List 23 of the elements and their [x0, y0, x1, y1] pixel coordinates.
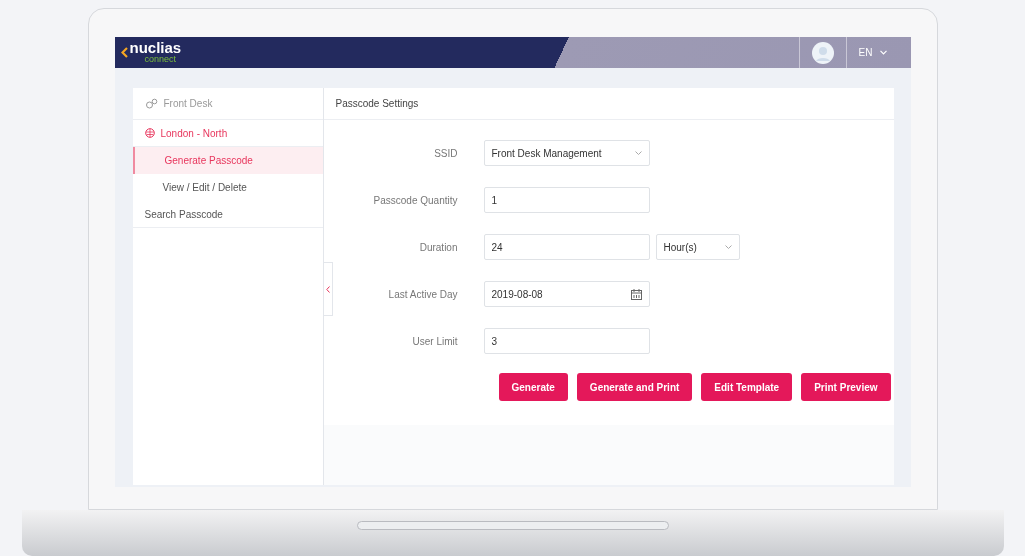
field-label: Duration	[418, 240, 458, 255]
action-button[interactable]: Generate and Print	[576, 373, 693, 401]
input-field[interactable]: 1	[483, 187, 650, 213]
field-label: Passcode Quantity	[372, 193, 458, 208]
sidebar-title: Front Desk	[163, 97, 213, 111]
input-field[interactable]: 3	[483, 328, 650, 354]
site-name[interactable]: London - North	[160, 125, 228, 141]
action-button[interactable]: Generate	[498, 373, 568, 401]
field-label: SSID	[433, 146, 458, 161]
sidebar-item[interactable]: Generate Passcode	[132, 147, 323, 174]
sidebar-item[interactable]: View / Edit / Delete	[132, 174, 323, 201]
ssid-dropdown[interactable]: Front Desk Management	[483, 140, 650, 166]
field-label: Last Active Day	[387, 287, 458, 302]
action-button[interactable]: Print Preview	[801, 373, 891, 401]
input-field[interactable]: 24	[483, 234, 650, 260]
sidebar-item[interactable]: Search Passcode	[132, 201, 323, 228]
brand-logo-text: nuclias	[129, 41, 182, 55]
unit-dropdown[interactable]: Hour(s)	[655, 234, 740, 260]
field-label: User Limit	[411, 334, 458, 349]
panel-title: Passcode Settings	[335, 97, 419, 111]
action-button[interactable]: Edit Template	[701, 373, 793, 401]
brand-tagline: connect	[143, 55, 178, 64]
date-field[interactable]: 2019-08-08	[483, 281, 650, 307]
